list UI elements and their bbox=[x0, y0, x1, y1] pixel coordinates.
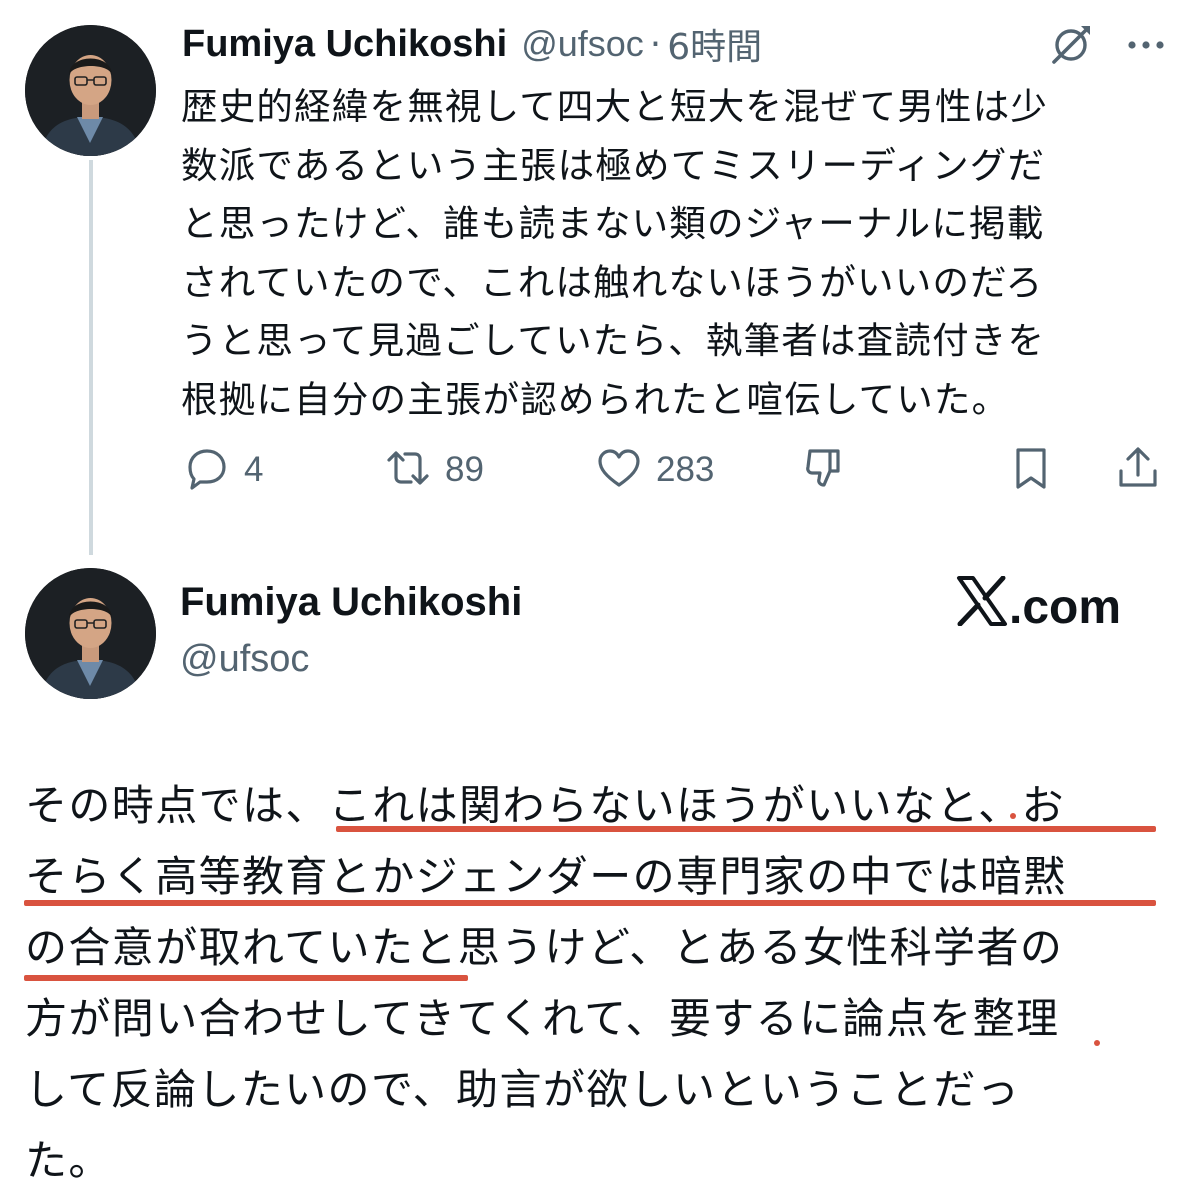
x-logo-icon bbox=[956, 575, 1008, 638]
site-label: .com bbox=[1009, 580, 1122, 634]
bookmark-icon bbox=[1008, 445, 1054, 495]
tweet-text-line: うと思って見過ごしていたら、執筆者は査読付きを bbox=[181, 319, 1046, 362]
author-handle[interactable]: @ufsoc bbox=[180, 638, 309, 681]
grok-icon[interactable] bbox=[1048, 22, 1094, 68]
downvote-button[interactable] bbox=[802, 440, 848, 500]
annotation-dot bbox=[1010, 813, 1016, 819]
tweet-text-line: と思ったけど、誰も読まない類のジャーナルに掲載 bbox=[181, 202, 1045, 245]
avatar[interactable] bbox=[25, 568, 156, 699]
tweet-text-line: た。 bbox=[25, 1136, 112, 1185]
timestamp[interactable]: 6時間 bbox=[667, 18, 762, 70]
tweet-header: Fumiya Uchikoshi @ufsoc · 6時間 bbox=[182, 18, 762, 70]
tweet-text: 歴史的経緯を無視して四大と短大を混ぜて男性は少 数派であるという主張は極めてミス… bbox=[181, 78, 1156, 429]
share-icon bbox=[1115, 445, 1161, 495]
share-button[interactable] bbox=[1115, 440, 1161, 500]
retweet-icon bbox=[385, 445, 431, 495]
tweet-text-line: 方が問い合わせしてきてくれて、要するに論点を整理 bbox=[25, 994, 1060, 1043]
tweet-text-line: して反論したいので、助言が欲しいということだっ bbox=[25, 1065, 1021, 1114]
like-button[interactable]: 283 bbox=[596, 440, 714, 500]
tweet-action-bar: 4 89 283 bbox=[0, 440, 1195, 500]
tweet-text-line: されていたので、これは触れないほうがいいのだろ bbox=[181, 260, 1044, 304]
author-handle[interactable]: @ufsoc bbox=[521, 23, 644, 65]
like-count: 283 bbox=[656, 450, 715, 489]
retweet-count: 89 bbox=[445, 450, 484, 489]
annotation-dot bbox=[1094, 1040, 1100, 1046]
tweet-text-line: の合意が取れていたと思うけど、とある女性科学者の bbox=[25, 923, 1064, 972]
highlight-underline bbox=[24, 900, 1156, 906]
author-name[interactable]: Fumiya Uchikoshi bbox=[182, 23, 507, 66]
tweet-text-line: 根拠に自分の主張が認められたと喧伝していた。 bbox=[181, 377, 1010, 421]
bookmark-button[interactable] bbox=[1008, 440, 1054, 500]
tweet-text-line: 歴史的経緯を無視して四大と短大を混ぜて男性は少 bbox=[181, 85, 1049, 128]
reply-button[interactable]: 4 bbox=[184, 440, 263, 500]
highlight-underline bbox=[336, 826, 1156, 832]
more-icon[interactable] bbox=[1124, 30, 1168, 60]
reply-icon bbox=[184, 445, 230, 495]
tweet-text: その時点では、これは関わらないほうがいいなと、お そらく高等教育とかジェンダーの… bbox=[25, 770, 1175, 1196]
avatar[interactable] bbox=[25, 25, 156, 156]
retweet-button[interactable]: 89 bbox=[385, 440, 484, 500]
downvote-icon bbox=[802, 445, 848, 495]
reply-count: 4 bbox=[244, 450, 264, 489]
x-com-logo: .com bbox=[955, 575, 1122, 638]
like-icon bbox=[596, 445, 642, 495]
author-name[interactable]: Fumiya Uchikoshi bbox=[180, 580, 522, 625]
tweet-text-line: 数派であるという主張は極めてミスリーディングだ bbox=[181, 143, 1046, 187]
highlight-underline bbox=[24, 975, 468, 981]
separator-dot: · bbox=[649, 23, 662, 65]
